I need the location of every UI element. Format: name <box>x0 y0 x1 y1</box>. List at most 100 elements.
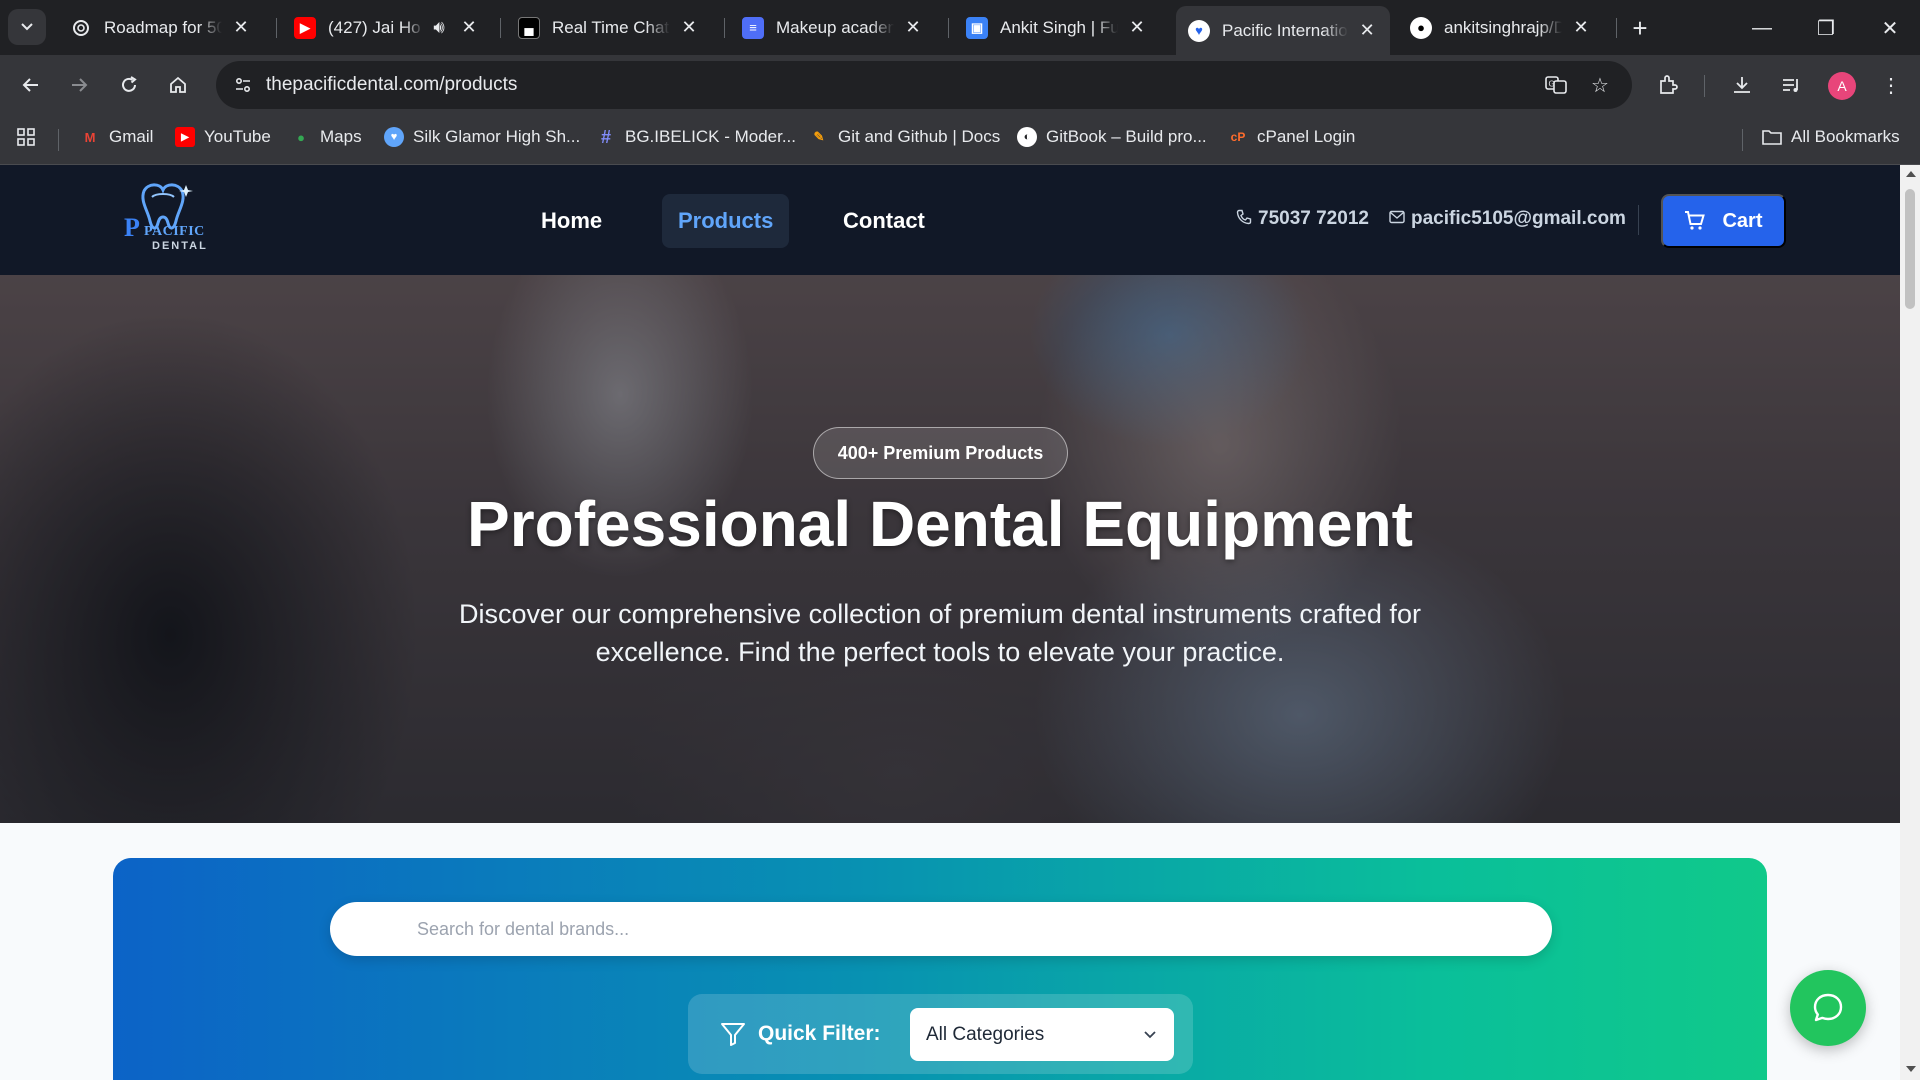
browser-toolbar: thepacificdental.com/products G ☆ A ⋮ <box>0 55 1920 115</box>
download-icon[interactable] <box>1724 67 1760 103</box>
svg-text:G: G <box>1549 80 1555 89</box>
browser-tab[interactable]: ▄ Real Time Chat Pl ✕ <box>506 8 712 47</box>
browser-tab[interactable]: ▶ (427) Jai Ho S 🔊︎ ✕ <box>282 8 492 47</box>
bookmark-youtube[interactable]: ▶ YouTube <box>175 127 271 147</box>
category-select[interactable]: All Categories <box>910 1008 1174 1061</box>
hero-banner: 400+ Premium Products Professional Denta… <box>0 275 1900 823</box>
tab-search-button[interactable] <box>8 9 46 45</box>
close-icon[interactable]: ✕ <box>458 17 480 39</box>
scroll-thumb[interactable] <box>1905 189 1915 309</box>
forward-button[interactable] <box>60 66 98 104</box>
folder-icon <box>1762 127 1782 147</box>
tab-title: Real Time Chat Pl <box>552 17 670 37</box>
bookmark-label: Gmail <box>109 127 154 146</box>
speaker-icon[interactable]: 🔊︎ <box>428 17 450 39</box>
browser-tab[interactable]: ≡ Makeup academy ✕ <box>730 8 936 47</box>
reload-button[interactable] <box>110 66 148 104</box>
bookmark-maps[interactable]: ● Maps <box>291 127 362 147</box>
apps-grid-icon[interactable] <box>16 127 36 147</box>
hero-subtitle: Discover our comprehensive collection of… <box>459 599 1421 667</box>
close-icon[interactable]: ✕ <box>1570 17 1592 39</box>
mail-icon <box>1389 210 1405 229</box>
phone-contact[interactable]: 75037 72012 <box>1236 208 1369 230</box>
bookmark-bg-ibelick[interactable]: # BG.IBELICK - Moder... <box>596 127 796 147</box>
chevron-down-icon <box>21 23 33 31</box>
cart-button[interactable]: Cart <box>1661 194 1786 248</box>
youtube-icon: ▶ <box>294 16 316 39</box>
bookmarks-bar: M Gmail ▶ YouTube ● Maps ♥ Silk Glamor H… <box>0 115 1920 165</box>
hero-title: Professional Dental Equipment <box>467 488 1413 560</box>
tab-title: Ankit Singh | Full <box>1000 17 1118 37</box>
close-icon[interactable]: ✕ <box>230 17 252 39</box>
bookmark-git-github-docs[interactable]: ✎ Git and Github | Docs <box>809 127 1001 147</box>
bookmark-label: BG.IBELICK - Moder... <box>625 127 797 146</box>
close-icon[interactable]: ✕ <box>1356 20 1378 42</box>
chat-button[interactable] <box>1790 970 1866 1046</box>
close-icon[interactable]: ✕ <box>1126 17 1148 39</box>
browser-tab-active[interactable]: ♥ Pacific Internation ✕ <box>1176 6 1390 55</box>
tab-divider <box>724 18 725 38</box>
all-bookmarks-label: All Bookmarks <box>1791 127 1900 146</box>
bookmark-label: GitBook – Build pro... <box>1046 127 1207 146</box>
site-info-icon[interactable] <box>226 68 260 102</box>
media-control-icon[interactable] <box>1773 67 1809 103</box>
docs-icon: ✎ <box>813 129 825 144</box>
scroll-down-icon[interactable] <box>1906 1066 1916 1072</box>
category-selected-value: All Categories <box>926 1023 1045 1045</box>
kebab-menu-icon[interactable]: ⋮ <box>1873 67 1909 103</box>
logo-line1: PACIFIC <box>144 224 205 239</box>
tab-title: Roadmap for 50 Days <box>104 17 222 37</box>
browser-tab[interactable]: Roadmap for 50 Days ✕ <box>58 8 264 47</box>
star-icon[interactable]: ☆ <box>1586 71 1614 99</box>
portfolio-icon: ▣ <box>966 16 988 39</box>
filter-icon <box>721 1023 745 1046</box>
window-close-button[interactable]: ✕ <box>1870 8 1910 48</box>
browser-tab[interactable]: ▣ Ankit Singh | Full ✕ <box>954 8 1160 47</box>
tab-title: ankitsinghrajp/D <box>1444 17 1562 37</box>
home-button[interactable] <box>159 66 197 104</box>
nav-home[interactable]: Home <box>525 194 618 248</box>
tooth-icon: ♥ <box>384 127 404 147</box>
new-tab-button[interactable]: + <box>1624 12 1656 44</box>
bookmark-gitbook[interactable]: ◐ GitBook – Build pro... <box>1017 127 1207 147</box>
gitbook-icon: ◐ <box>1017 127 1037 147</box>
tab-title: Makeup academy <box>776 17 894 37</box>
profile-avatar[interactable]: A <box>1828 72 1856 100</box>
browser-tab-strip: Roadmap for 50 Days ✕ ▶ (427) Jai Ho S 🔊… <box>0 0 1920 55</box>
nav-products[interactable]: Products <box>662 194 790 248</box>
back-button[interactable] <box>12 66 50 104</box>
phone-icon <box>1236 209 1252 230</box>
url-text[interactable]: thepacificdental.com/products <box>266 74 517 96</box>
chevron-down-icon <box>1144 1031 1156 1039</box>
minimize-button[interactable]: — <box>1742 8 1782 48</box>
all-bookmarks-button[interactable]: All Bookmarks <box>1762 127 1900 147</box>
quick-filter-label: Quick Filter: <box>758 1022 881 1045</box>
chatgpt-icon <box>70 17 92 39</box>
bookmark-silk-glamor[interactable]: ♥ Silk Glamor High Sh... <box>384 127 580 147</box>
scroll-up-icon[interactable] <box>1906 171 1916 177</box>
page-scrollbar[interactable] <box>1900 165 1920 1080</box>
cpanel-icon: cP <box>1230 130 1246 144</box>
bookmark-cpanel[interactable]: cP cPanel Login <box>1228 127 1356 147</box>
brand-search-input[interactable] <box>330 902 1552 956</box>
close-icon[interactable]: ✕ <box>678 17 700 39</box>
browser-tab[interactable]: ● ankitsinghrajp/D ✕ <box>1398 8 1604 47</box>
tab-divider <box>948 18 949 38</box>
shopping-cart-icon <box>1685 211 1706 230</box>
address-bar[interactable]: thepacificdental.com/products G ☆ <box>216 61 1632 109</box>
extensions-icon[interactable] <box>1650 67 1686 103</box>
close-icon[interactable]: ✕ <box>902 17 924 39</box>
forms-icon: ≡ <box>742 16 764 39</box>
tab-title: (427) Jai Ho S <box>328 17 424 37</box>
translate-icon[interactable]: G <box>1542 71 1570 99</box>
nav-contact[interactable]: Contact <box>827 194 941 248</box>
arrow-left-icon <box>22 78 38 92</box>
email-contact[interactable]: pacific5105@gmail.com <box>1389 208 1626 230</box>
email-address: pacific5105@gmail.com <box>1411 208 1626 229</box>
logo-line2: DENTAL <box>152 240 208 252</box>
restore-button[interactable]: ❐ <box>1806 8 1846 48</box>
bookmark-label: YouTube <box>204 127 271 146</box>
reload-icon <box>122 76 137 92</box>
bookmark-gmail[interactable]: M Gmail <box>80 127 154 147</box>
phone-number: 75037 72012 <box>1258 208 1369 229</box>
